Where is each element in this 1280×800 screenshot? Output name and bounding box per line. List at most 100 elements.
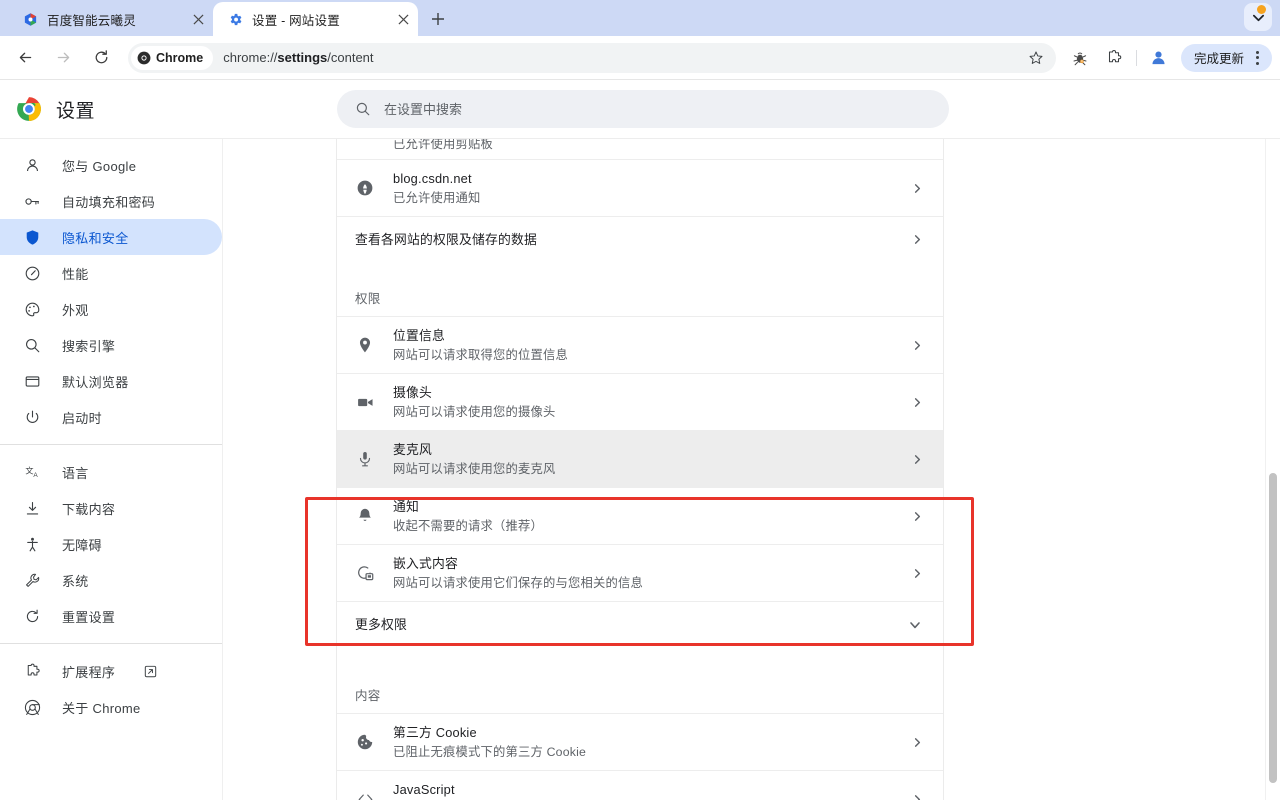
tab-search-button[interactable]	[1244, 3, 1272, 31]
sidebar-item-accessibility[interactable]: 无障碍	[0, 526, 222, 562]
sidebar-item-label: 扩展程序	[62, 664, 116, 680]
bell-icon	[337, 507, 393, 525]
back-icon[interactable]	[9, 42, 41, 74]
site-row-blog-csdn[interactable]: blog.csdn.net 已允许使用通知	[337, 159, 943, 216]
chevron-right-icon[interactable]	[909, 568, 925, 579]
download-icon	[22, 498, 42, 518]
row-text: 摄像头 网站可以请求使用您的摄像头	[393, 384, 909, 421]
sidebar-item-appearance[interactable]: 外观	[0, 291, 222, 327]
sidebar-item-autofill-passwords[interactable]: 自动填充和密码	[0, 183, 222, 219]
close-icon[interactable]	[394, 10, 412, 28]
permission-row-notifications[interactable]: 通知 收起不需要的请求（推荐）	[337, 487, 943, 544]
tab-settings[interactable]: 设置 - 网站设置	[213, 2, 418, 36]
cookie-icon	[337, 733, 393, 751]
page-scrollbar-track[interactable]	[1265, 139, 1280, 800]
chevron-right-icon[interactable]	[909, 234, 925, 245]
more-permissions-row[interactable]: 更多权限	[337, 601, 943, 647]
row-title: 通知	[393, 498, 419, 514]
section-gap	[337, 262, 943, 286]
row-text: 更多权限	[337, 616, 905, 634]
row-text: 通知 收起不需要的请求（推荐）	[393, 498, 909, 535]
sidebar-item-search-engine[interactable]: 搜索引擎	[0, 327, 222, 363]
sidebar-item-you-and-google[interactable]: 您与 Google	[0, 147, 222, 183]
view-all-site-data-row[interactable]: 查看各网站的权限及储存的数据	[337, 216, 943, 262]
sidebar-item-about-chrome[interactable]: 关于 Chrome	[0, 689, 222, 725]
row-subtitle: 已阻止无痕模式下的第三方 Cookie	[393, 744, 587, 759]
chevron-down-icon[interactable]	[905, 618, 925, 632]
sidebar-divider	[0, 444, 222, 445]
reload-icon[interactable]	[85, 42, 117, 74]
sidebar-item-label: 您与 Google	[62, 158, 137, 174]
chevron-right-icon[interactable]	[909, 454, 925, 465]
chevron-right-icon[interactable]	[909, 340, 925, 351]
chrome-origin-chip[interactable]: Chrome	[131, 45, 214, 70]
chrome-icon	[22, 697, 42, 717]
new-tab-button[interactable]	[424, 5, 452, 33]
extensions-puzzle-icon[interactable]	[1099, 43, 1129, 73]
chevron-right-icon[interactable]	[909, 737, 925, 748]
content-row-javascript[interactable]: JavaScript 网站可以使用 JavaScript	[337, 770, 943, 800]
sidebar-item-default-browser[interactable]: 默认浏览器	[0, 363, 222, 399]
row-text: JavaScript 网站可以使用 JavaScript	[393, 781, 909, 800]
sidebar-item-label: 关于 Chrome	[62, 700, 141, 716]
close-icon[interactable]	[189, 10, 207, 28]
translate-icon: 文A	[22, 462, 42, 482]
sidebar-item-label: 外观	[62, 302, 89, 318]
row-text: 麦克风 网站可以请求使用您的麦克风	[393, 441, 909, 478]
sidebar-item-label: 性能	[62, 266, 89, 282]
chrome-logo-icon	[16, 96, 42, 122]
sidebar-item-extensions[interactable]: 扩展程序	[0, 653, 222, 689]
chevron-right-icon[interactable]	[909, 397, 925, 408]
palette-icon	[22, 299, 42, 319]
sidebar-divider	[0, 643, 222, 644]
sidebar-item-system[interactable]: 系统	[0, 562, 222, 598]
row-text: 已允许使用剪贴板	[393, 139, 909, 153]
key-icon	[22, 191, 42, 211]
settings-search[interactable]	[337, 90, 949, 128]
permission-row-microphone[interactable]: 麦克风 网站可以请求使用您的麦克风	[337, 430, 943, 487]
chevron-right-icon[interactable]	[909, 794, 925, 800]
url-text: chrome://settings/content	[223, 50, 373, 65]
permission-row-embedded-content[interactable]: 嵌入式内容 网站可以请求使用它们保存的与您相关的信息	[337, 544, 943, 601]
sidebar-item-downloads[interactable]: 下载内容	[0, 490, 222, 526]
url-path: /content	[327, 50, 374, 65]
row-title: 查看各网站的权限及储存的数据	[355, 231, 537, 247]
address-bar[interactable]: Chrome chrome://settings/content	[128, 42, 1056, 73]
sidebar-item-label: 隐私和安全	[62, 230, 129, 246]
row-text: 查看各网站的权限及储存的数据	[337, 231, 909, 249]
window-icon	[22, 371, 42, 391]
sidebar-item-privacy-security[interactable]: 隐私和安全	[0, 219, 222, 255]
sidebar-item-label: 下载内容	[62, 501, 116, 517]
finish-update-button[interactable]: 完成更新	[1180, 43, 1272, 72]
chevron-right-icon[interactable]	[909, 511, 925, 522]
sidebar-item-on-startup[interactable]: 启动时	[0, 399, 222, 435]
row-title: 位置信息	[393, 327, 445, 343]
baidu-icon	[22, 11, 38, 27]
row-subtitle: 网站可以请求使用您的摄像头	[393, 404, 556, 419]
clipped-site-row[interactable]: 已允许使用剪贴板	[337, 139, 943, 159]
sidebar-item-label: 默认浏览器	[62, 374, 129, 390]
page-scrollbar-thumb[interactable]	[1269, 473, 1277, 783]
row-text: 嵌入式内容 网站可以请求使用它们保存的与您相关的信息	[393, 555, 909, 592]
tab-baidu[interactable]: 百度智能云曦灵	[8, 2, 213, 36]
content-row-third-party-cookies[interactable]: 第三方 Cookie 已阻止无痕模式下的第三方 Cookie	[337, 713, 943, 770]
search-input[interactable]	[384, 101, 889, 117]
row-title: 第三方 Cookie	[393, 724, 477, 740]
debug-extension-icon[interactable]: C	[1065, 43, 1095, 73]
permission-row-camera[interactable]: 摄像头 网站可以请求使用您的摄像头	[337, 373, 943, 430]
chevron-right-icon[interactable]	[909, 183, 925, 194]
row-text: blog.csdn.net 已允许使用通知	[393, 170, 909, 207]
profile-avatar-icon[interactable]	[1144, 43, 1174, 73]
sidebar-item-reset-settings[interactable]: 重置设置	[0, 598, 222, 634]
browser-menu-icon[interactable]	[1246, 46, 1268, 70]
content-section-label: 内容	[355, 688, 381, 703]
forward-icon[interactable]	[47, 42, 79, 74]
sidebar-item-performance[interactable]: 性能	[0, 255, 222, 291]
toolbar-divider	[1135, 49, 1137, 66]
bookmark-star-icon[interactable]	[1022, 44, 1050, 72]
location-pin-icon	[337, 336, 393, 354]
permission-row-location[interactable]: 位置信息 网站可以请求取得您的位置信息	[337, 316, 943, 373]
row-title: 麦克风	[393, 441, 432, 457]
sidebar-item-languages[interactable]: 文A 语言	[0, 454, 222, 490]
svg-text:C: C	[1081, 59, 1083, 63]
